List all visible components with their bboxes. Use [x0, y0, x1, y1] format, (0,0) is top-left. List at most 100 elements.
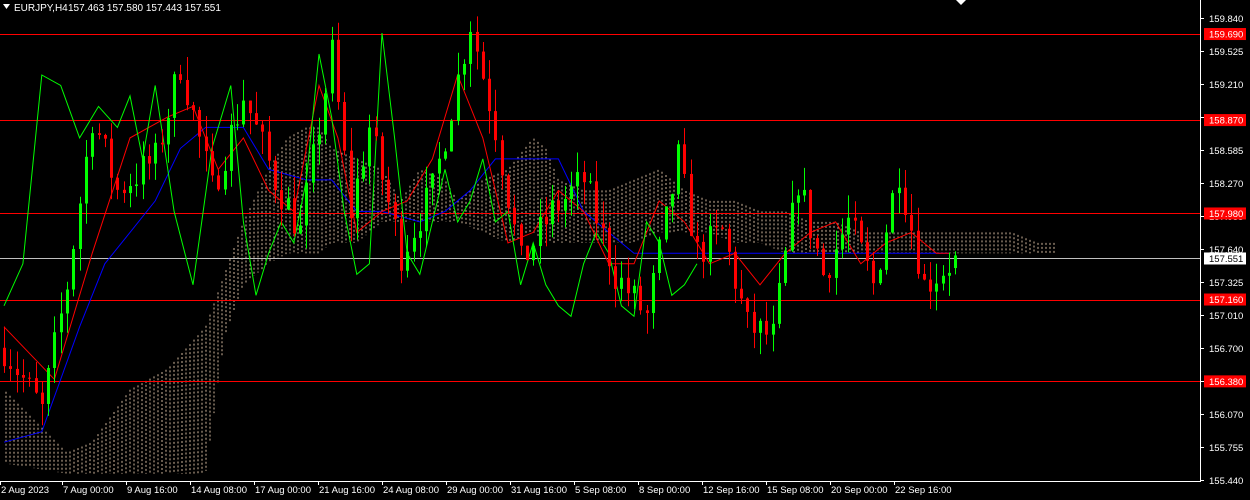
- bear-candle: [557, 200, 560, 211]
- bear-candle: [205, 136, 208, 152]
- bear-candle: [646, 310, 649, 314]
- bear-candle: [179, 74, 182, 80]
- bull-candle: [299, 225, 302, 234]
- bull-candle: [60, 313, 63, 333]
- bear-candle: [608, 227, 611, 267]
- bear-candle: [526, 245, 529, 261]
- y-tick-label: 157.325: [1209, 278, 1243, 289]
- bull-candle: [658, 239, 661, 273]
- bull-candle: [942, 275, 945, 284]
- bear-candle: [734, 251, 737, 289]
- bull-candle: [797, 195, 800, 203]
- bear-candle: [274, 160, 277, 191]
- bull-candle: [709, 226, 712, 262]
- level-price-label: 159.690: [1209, 30, 1243, 41]
- y-tick-label: 159.525: [1209, 47, 1243, 58]
- bull-candle: [469, 31, 472, 64]
- bull-candle: [954, 255, 957, 269]
- bull-candle: [79, 203, 82, 250]
- bear-candle: [116, 177, 119, 190]
- bull-candle: [948, 272, 951, 276]
- bull-candle: [759, 320, 762, 333]
- bear-candle: [929, 279, 932, 292]
- bear-candle: [494, 111, 497, 141]
- level-price-label: 157.980: [1209, 209, 1243, 220]
- bull-candle: [142, 156, 145, 185]
- bear-candle: [280, 190, 283, 210]
- bear-candle: [350, 150, 353, 219]
- bear-candle: [9, 366, 12, 369]
- bull-candle: [633, 285, 636, 294]
- x-tick-label: 14 Aug 08:00: [191, 485, 247, 496]
- bull-candle: [784, 250, 787, 283]
- bull-candle: [791, 202, 794, 251]
- bull-candle: [935, 283, 938, 292]
- bear-candle: [595, 181, 598, 224]
- ohlc-values: 157.463 157.580 157.443 157.551: [68, 3, 221, 14]
- bull-candle: [242, 100, 245, 125]
- bull-candle: [532, 246, 535, 261]
- chart-header: EURJPY,H4 157.463 157.580 157.443 157.55…: [3, 3, 221, 14]
- bull-candle: [368, 127, 371, 167]
- bull-candle: [324, 93, 327, 135]
- bull-candle: [885, 232, 888, 270]
- bear-candle: [268, 131, 271, 161]
- level-price-label: 156.380: [1209, 377, 1243, 388]
- bear-candle: [501, 140, 504, 176]
- bear-candle: [3, 347, 6, 367]
- bull-candle: [576, 172, 579, 187]
- bear-candle: [249, 100, 252, 114]
- price-chart[interactable]: 159.840159.525159.210158.895158.585158.2…: [0, 0, 1250, 500]
- bear-candle: [161, 142, 164, 145]
- bull-candle: [53, 332, 56, 368]
- x-tick-label: 22 Sep 16:00: [895, 485, 952, 496]
- bear-candle: [746, 298, 749, 312]
- bear-candle: [765, 320, 768, 335]
- bear-candle: [828, 275, 831, 278]
- bear-candle: [822, 248, 825, 276]
- bear-candle: [917, 230, 920, 274]
- bull-candle: [551, 200, 554, 225]
- bear-candle: [520, 224, 523, 246]
- y-tick-label: 155.440: [1209, 476, 1243, 487]
- bull-candle: [305, 182, 308, 226]
- bear-candle: [35, 378, 38, 393]
- x-tick-label: 12 Sep 16:00: [703, 485, 760, 496]
- bull-candle: [847, 217, 850, 235]
- bull-candle: [803, 189, 806, 196]
- y-tick-label: 158.585: [1209, 146, 1243, 157]
- bear-candle: [186, 79, 189, 106]
- y-tick-label: 156.700: [1209, 344, 1243, 355]
- bull-candle: [652, 272, 655, 314]
- bull-candle: [287, 198, 290, 210]
- bull-candle: [419, 231, 422, 238]
- bear-candle: [904, 187, 907, 215]
- bear-candle: [507, 175, 510, 208]
- symbol-timeframe: EURJPY,H4: [14, 3, 68, 14]
- bull-candle: [362, 166, 365, 179]
- x-tick-label: 7 Aug 00:00: [63, 485, 114, 496]
- bear-candle: [872, 260, 875, 284]
- bear-candle: [343, 101, 346, 151]
- x-tick-label: 20 Sep 00:00: [831, 485, 888, 496]
- y-tick-label: 158.270: [1209, 179, 1243, 190]
- bear-candle: [721, 227, 724, 229]
- bear-candle: [394, 202, 397, 219]
- bull-candle: [835, 249, 838, 278]
- bear-candle: [702, 241, 705, 262]
- bear-candle: [261, 124, 264, 132]
- bull-candle: [224, 170, 227, 190]
- bull-candle: [620, 277, 623, 289]
- x-tick-label: 5 Sep 08:00: [575, 485, 626, 496]
- bull-candle: [431, 173, 434, 188]
- bear-candle: [696, 235, 699, 242]
- bear-candle: [400, 218, 403, 271]
- bull-candle: [444, 151, 447, 159]
- x-tick-label: 21 Aug 16:00: [319, 485, 375, 496]
- bear-candle: [683, 144, 686, 174]
- bear-candle: [217, 175, 220, 190]
- bear-candle: [602, 223, 605, 228]
- bull-candle: [66, 289, 69, 314]
- bull-candle: [154, 142, 157, 164]
- bear-candle: [639, 285, 642, 311]
